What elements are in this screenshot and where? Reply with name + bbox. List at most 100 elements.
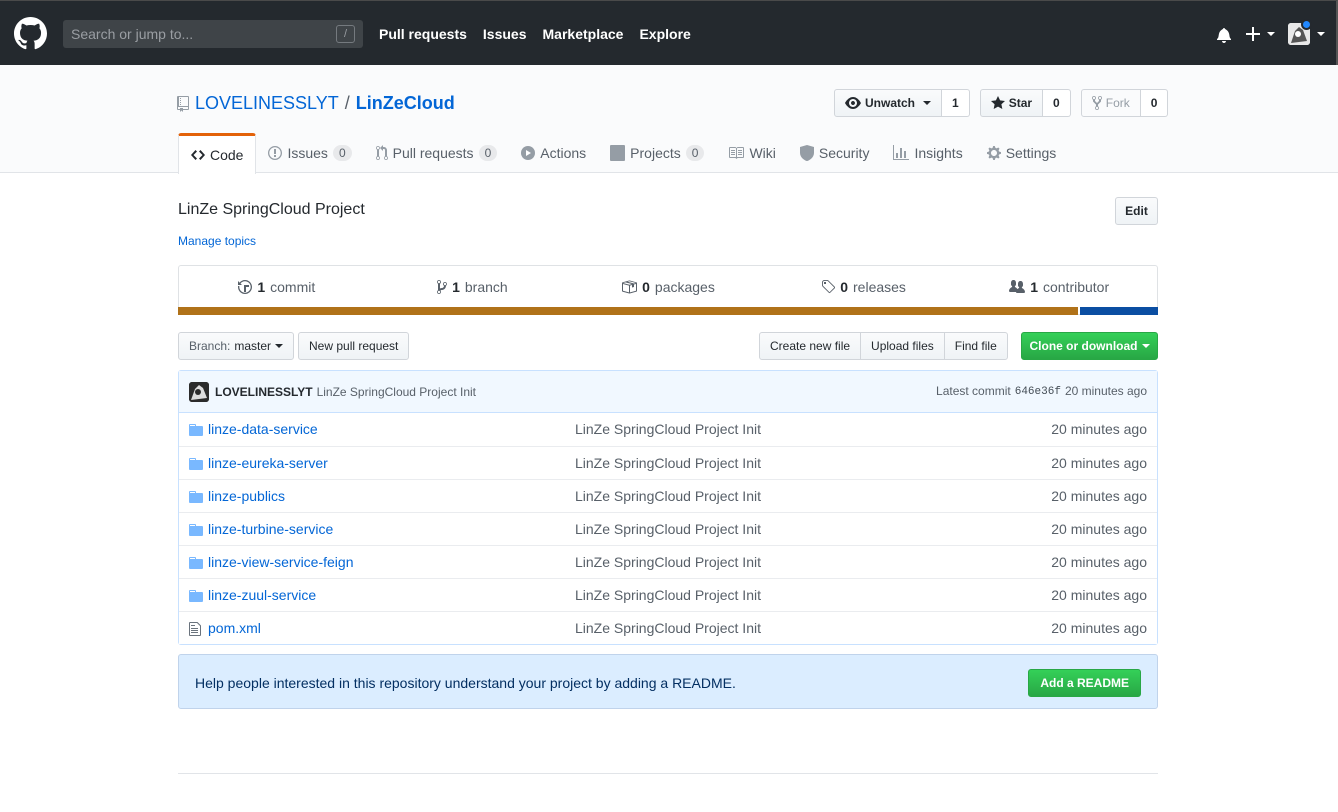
branches-label: branch [464, 279, 508, 295]
repo-actions: Unwatch 1 Star 0 Fork 0 [834, 89, 1169, 117]
watch-group: Unwatch 1 [834, 89, 970, 117]
file-age: 20 minutes ago [1051, 587, 1147, 603]
stars-count[interactable]: 0 [1043, 89, 1071, 117]
nav-pull-requests[interactable]: Pull requests [379, 26, 467, 42]
tab-label: Security [818, 145, 870, 161]
bell-icon[interactable] [1216, 27, 1232, 43]
watchers-count[interactable]: 1 [942, 89, 970, 117]
folder-icon [189, 522, 203, 538]
file-commit-message[interactable]: LinZe SpringCloud Project Init [575, 521, 761, 537]
packages-count: 0 [642, 279, 650, 295]
branch-name: master [234, 339, 272, 353]
file-age: 20 minutes ago [1051, 521, 1147, 537]
new-pull-request-button[interactable]: New pull request [298, 332, 410, 360]
packages-link[interactable]: 0 packages [570, 279, 766, 295]
footer-divider [178, 773, 1158, 774]
language-bar[interactable] [178, 307, 1158, 315]
commit-author-avatar[interactable] [189, 381, 209, 402]
file-commit-message[interactable]: LinZe SpringCloud Project Init [575, 554, 761, 570]
find-file-button[interactable]: Find file [943, 332, 1008, 360]
caret-down-icon [923, 101, 932, 105]
nav-marketplace[interactable]: Marketplace [543, 26, 624, 42]
file-commit-message[interactable]: LinZe SpringCloud Project Init [575, 587, 761, 603]
releases-link[interactable]: 0 releases [766, 279, 962, 295]
fork-button[interactable]: Fork [1080, 89, 1141, 117]
forks-count[interactable]: 0 [1140, 89, 1169, 117]
nav-explore[interactable]: Explore [639, 26, 690, 42]
folder-icon [189, 489, 203, 505]
file-commit-message[interactable]: LinZe SpringCloud Project Init [575, 421, 761, 437]
language-segment [1079, 307, 1158, 315]
commit-author-link[interactable]: LOVELINESSLYT [215, 385, 313, 399]
upload-files-button[interactable]: Upload files [860, 332, 945, 360]
tab-insights[interactable]: Insights [881, 133, 974, 173]
commit-tease: LOVELINESSLYT LinZe SpringCloud Project … [179, 371, 1157, 413]
branch-icon [437, 280, 448, 294]
tab-label: Projects [630, 145, 681, 161]
file-row: linze-data-service LinZe SpringCloud Proj… [179, 413, 1157, 446]
repo-name-link[interactable]: LinZeCloud [356, 93, 455, 114]
tab-label: Actions [540, 145, 587, 161]
readme-prompt-text: Help people interested in this repositor… [195, 675, 736, 691]
create-new-dropdown[interactable] [1246, 27, 1275, 41]
tab-code[interactable]: Code [178, 133, 257, 174]
file-name-link[interactable]: linze-eureka-server [208, 455, 328, 471]
star-button[interactable]: Star [979, 89, 1044, 117]
file-row: linze-publics LinZe SpringCloud Project I… [179, 479, 1157, 512]
branches-link[interactable]: 1 branch [375, 279, 571, 295]
file-commit-message[interactable]: LinZe SpringCloud Project Init [575, 620, 761, 636]
manage-topics-link[interactable]: Manage topics [178, 234, 256, 248]
packages-label: packages [654, 279, 715, 295]
gear-icon [986, 146, 1001, 160]
tab-issues[interactable]: Issues 0 [256, 133, 363, 173]
latest-commit-info: Latest commit 646e36f 20 minutes ago [936, 384, 1147, 400]
tab-projects[interactable]: Projects 0 [598, 133, 716, 173]
branch-select-button[interactable]: Branch: master [178, 332, 295, 360]
unwatch-label: Unwatch [865, 96, 916, 110]
commit-message-link[interactable]: LinZe SpringCloud Project Init [317, 385, 476, 399]
tab-pull-requests[interactable]: Pull requests 0 [364, 133, 510, 173]
github-logo-icon[interactable] [14, 17, 47, 50]
commit-sha-link[interactable]: 646e36f [1015, 384, 1061, 400]
graph-icon [893, 145, 910, 160]
plus-icon [1246, 27, 1260, 41]
tab-actions[interactable]: Actions [509, 133, 598, 173]
file-age: 20 minutes ago [1051, 554, 1147, 570]
contributors-link[interactable]: 1 contributor [961, 279, 1157, 295]
pull-request-icon [375, 145, 388, 160]
language-segment [178, 307, 1078, 315]
shield-icon [799, 145, 814, 161]
file-commit-message[interactable]: LinZe SpringCloud Project Init [575, 488, 761, 504]
file-row: linze-view-service-feign LinZe SpringClou… [179, 545, 1157, 578]
branch-prefix: Branch: [189, 339, 231, 353]
file-name-link[interactable]: linze-publics [208, 488, 285, 504]
nav-issues[interactable]: Issues [483, 26, 527, 42]
play-icon [521, 146, 536, 160]
edit-description-button[interactable]: Edit [1115, 197, 1158, 225]
add-readme-button[interactable]: Add a README [1028, 669, 1141, 697]
unwatch-button[interactable]: Unwatch [834, 89, 943, 117]
file-commit-message[interactable]: LinZe SpringCloud Project Init [575, 455, 761, 471]
search-input[interactable] [63, 20, 323, 48]
commits-link[interactable]: 1 commit [179, 279, 375, 295]
repo-owner-link[interactable]: LOVELINESSLYT [195, 93, 339, 114]
create-new-file-button[interactable]: Create new file [759, 332, 862, 360]
file-name-link[interactable]: linze-turbine-service [208, 521, 333, 537]
book-icon [729, 147, 745, 159]
tab-label: Pull requests [392, 145, 474, 161]
contributors-label: contributor [1042, 279, 1110, 295]
tab-wiki[interactable]: Wiki [716, 133, 787, 173]
numbers-summary: 1 commit 1 branch 0 packages 0 releases … [178, 265, 1158, 315]
file-name-link[interactable]: linze-data-service [208, 421, 318, 437]
file-name-link[interactable]: linze-zuul-service [208, 587, 316, 603]
readme-prompt: Help people interested in this repositor… [178, 654, 1158, 709]
file-name-link[interactable]: pom.xml [208, 620, 261, 636]
tab-security[interactable]: Security [788, 133, 882, 173]
branches-count: 1 [452, 279, 460, 295]
file-name-link[interactable]: linze-view-service-feign [208, 554, 354, 570]
file-age: 20 minutes ago [1051, 421, 1147, 437]
tab-label: Settings [1005, 145, 1057, 161]
clone-or-download-button[interactable]: Clone or download [1021, 332, 1158, 360]
file-age: 20 minutes ago [1051, 455, 1147, 471]
tab-settings[interactable]: Settings [975, 133, 1069, 173]
